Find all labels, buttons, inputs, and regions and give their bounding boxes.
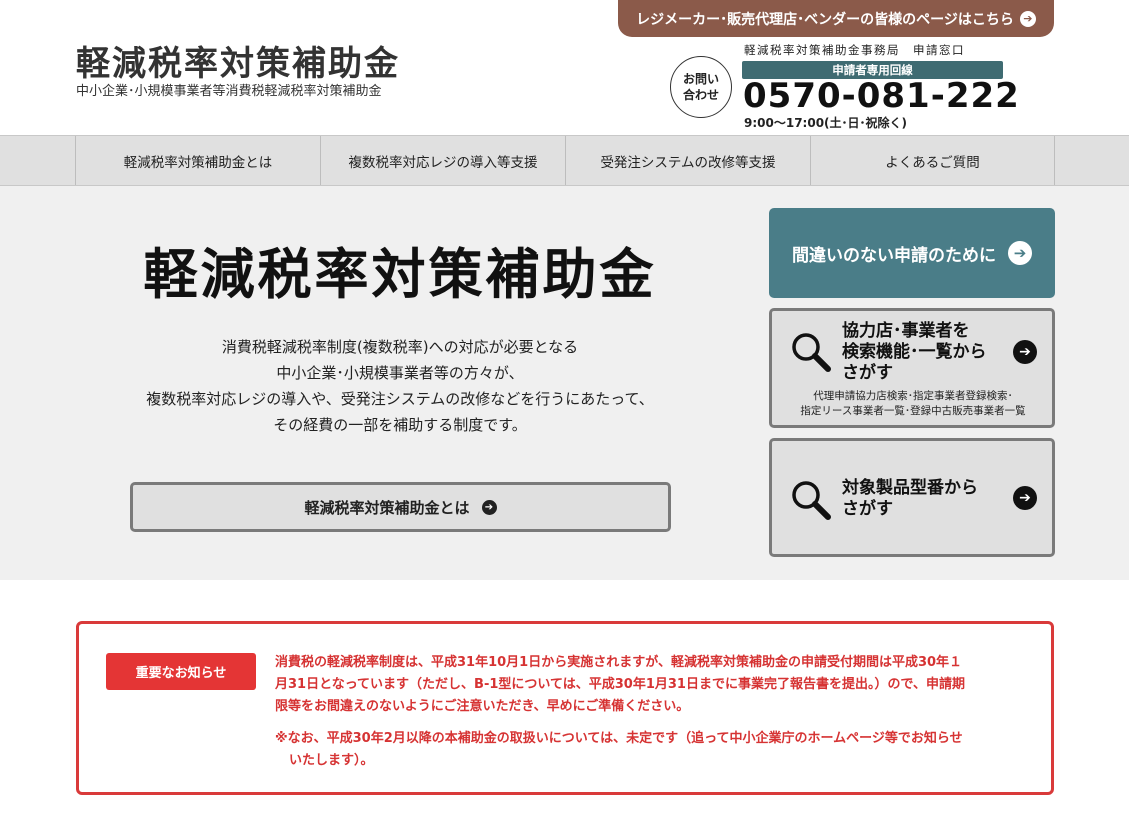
notice-line: 消費税の軽減税率制度は、平成31年10月1日から実施されますが、軽減税率対策補助… <box>275 655 963 670</box>
notice-line: 月31日となっています（ただし、B-1型については、平成30年1月31日までに事… <box>275 677 965 692</box>
about-subsidy-button-label: 軽減税率対策補助金とは <box>304 498 470 517</box>
notice-text: 消費税の軽減税率制度は、平成31年10月1日から実施されますが、軽減税率対策補助… <box>275 652 1035 772</box>
nav-item-ordering-system-support[interactable]: 受発注システムの改修等支援 <box>565 136 810 185</box>
office-name: 軽減税率対策補助金事務局 申請窓口 <box>744 43 965 57</box>
nav-item-faq[interactable]: よくあるご質問 <box>810 136 1055 185</box>
business-hours: 9:00〜17:00(土･日･祝除く) <box>744 116 908 130</box>
search-model-number-button[interactable]: 対象製品型番から さがす ➔ <box>769 438 1055 557</box>
arrow-right-icon: ➔ <box>1019 10 1036 27</box>
hero-section: 軽減税率対策補助金 消費税軽減税率制度(複数税率)への対応が必要となる 中小企業… <box>0 186 1129 580</box>
hero-description-line: 複数税率対応レジの導入や、受発注システムの改修などを行うにあたって、 <box>146 390 654 408</box>
vendor-page-link[interactable]: レジメーカー･販売代理店･ベンダーの皆様のページはこちら ➔ <box>618 0 1054 37</box>
notice-paragraph: 消費税の軽減税率制度は、平成31年10月1日から実施されますが、軽減税率対策補助… <box>275 652 1035 718</box>
hero-description-line: その経費の一部を補助する制度です。 <box>273 416 527 434</box>
search-partners-button[interactable]: 協力店･事業者を 検索機能･一覧から さがす ➔ 代理申請協力店検索･指定事業者… <box>769 308 1055 428</box>
notice-paragraph: ※なお、平成30年2月以降の本補助金の取扱いについては、未定です（追って中小企業… <box>275 728 1035 772</box>
search-model-number-label-line: 対象製品型番から <box>842 478 978 498</box>
search-partners-sublabel: 代理申請協力店検索･指定事業者登録検索･ 指定リース事業者一覧･登録中古販売事業… <box>780 389 1046 419</box>
arrow-right-icon: ➔ <box>1013 486 1037 510</box>
search-model-number-label-line: さがす <box>842 499 893 519</box>
contact-label-line1: お問い <box>682 72 719 86</box>
search-icon <box>792 333 831 372</box>
search-partners-sublabel-line: 代理申請協力店検索･指定事業者登録検索･ <box>813 390 1013 402</box>
about-subsidy-button[interactable]: 軽減税率対策補助金とは ➔ <box>130 482 671 532</box>
site-title[interactable]: 軽減税率対策補助金 <box>76 36 400 85</box>
arrow-right-icon: ➔ <box>481 499 497 515</box>
search-model-number-label: 対象製品型番から さがす <box>842 478 978 520</box>
correct-application-button[interactable]: 間違いのない申請のために ➔ <box>769 208 1055 298</box>
hero-description-line: 中小企業･小規模事業者等の方々が、 <box>276 364 524 382</box>
nav-item-register-support[interactable]: 複数税率対応レジの導入等支援 <box>320 136 565 185</box>
arrow-right-icon: ➔ <box>1013 340 1037 364</box>
search-partners-label-line: 協力店･事業者を <box>842 321 970 341</box>
search-icon <box>792 481 831 520</box>
notice-badge: 重要なお知らせ <box>106 653 256 690</box>
search-partners-label-line: さがす <box>842 363 893 383</box>
correct-application-label: 間違いのない申請のために <box>792 245 996 266</box>
arrow-right-icon: ➔ <box>1008 241 1032 265</box>
notice-line: 限等をお間違えのないようにご注意いただき、早めにご準備ください。 <box>275 699 690 714</box>
contact-label-line2: 合わせ <box>682 88 719 102</box>
search-partners-sublabel-line: 指定リース事業者一覧･登録中古販売事業者一覧 <box>800 405 1026 417</box>
important-notice: 重要なお知らせ 消費税の軽減税率制度は、平成31年10月1日から実施されますが、… <box>76 621 1054 795</box>
hero-description: 消費税軽減税率制度(複数税率)への対応が必要となる 中小企業･小規模事業者等の方… <box>100 334 700 438</box>
global-nav: 軽減税率対策補助金とは 複数税率対応レジの導入等支援 受発注システムの改修等支援… <box>0 135 1129 186</box>
search-partners-label: 協力店･事業者を 検索機能･一覧から さがす <box>842 321 987 384</box>
site-header: 軽減税率対策補助金 中小企業･小規模事業者等消費税軽減税率対策補助金 レジメーカ… <box>0 0 1129 135</box>
site-subtitle: 中小企業･小規模事業者等消費税軽減税率対策補助金 <box>76 84 382 99</box>
hero-description-line: 消費税軽減税率制度(複数税率)への対応が必要となる <box>221 338 579 356</box>
nav-item-about[interactable]: 軽減税率対策補助金とは <box>75 136 320 185</box>
notice-line: ※なお、平成30年2月以降の本補助金の取扱いについては、未定です（追って中小企業… <box>275 731 963 746</box>
phone-number[interactable]: 0570-081-222 <box>743 76 1020 116</box>
vendor-page-link-label: レジメーカー･販売代理店･ベンダーの皆様のページはこちら <box>636 11 1014 28</box>
search-partners-label-line: 検索機能･一覧から <box>842 342 987 362</box>
notice-line: いたします）。 <box>289 753 374 768</box>
hero-title: 軽減税率対策補助金 <box>143 243 657 306</box>
contact-badge: お問い 合わせ <box>670 56 732 118</box>
